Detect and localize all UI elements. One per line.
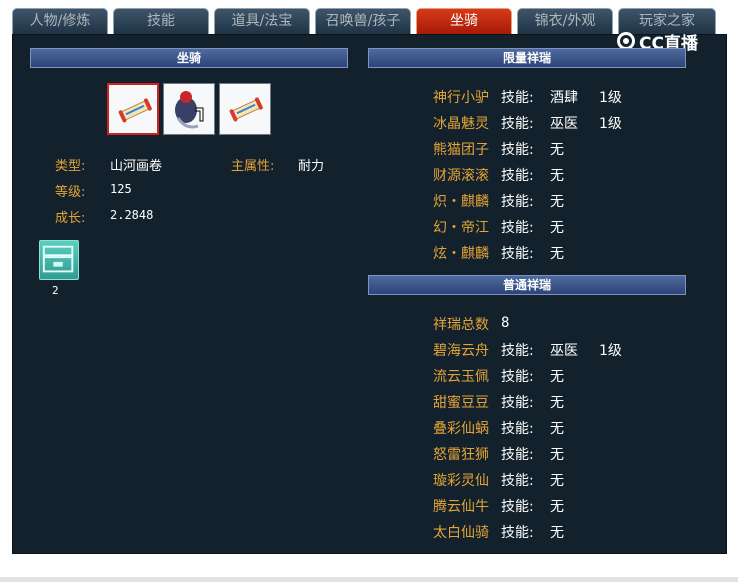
mount-slot-2[interactable]	[163, 83, 215, 135]
list-item: 神行小驴 技能: 酒肆 1级	[433, 87, 693, 107]
total-value: 8	[501, 315, 510, 331]
list-item: 财源滚滚 技能: 无	[433, 165, 693, 185]
list-item: 熊猫团子 技能: 无	[433, 139, 693, 159]
list-item: 璇彩灵仙 技能: 无	[433, 470, 693, 490]
chest-icon[interactable]	[39, 240, 79, 280]
mount-slot-1[interactable]	[107, 83, 159, 135]
mount-name: 甜蜜豆豆	[433, 395, 489, 411]
skill-label: 技能:	[501, 246, 534, 262]
list-item: 炫・麒麟 技能: 无	[433, 243, 693, 263]
normal-section-header: 普通祥瑞	[368, 275, 686, 295]
skill-value: 无	[550, 220, 564, 236]
skill-value: 无	[550, 473, 564, 489]
skill-value: 无	[550, 142, 564, 158]
skill-level: 1级	[599, 90, 622, 106]
mount-name: 碧海云舟	[433, 343, 489, 359]
window-bottom-edge	[0, 577, 738, 582]
crane-mount-icon	[175, 91, 204, 129]
list-item: 流云玉佩 技能: 无	[433, 366, 693, 386]
tab-pets[interactable]: 召唤兽/孩子	[315, 8, 411, 34]
skill-value: 无	[550, 369, 564, 385]
growth-value: 2.2848	[110, 208, 154, 222]
level-label: 等级:	[55, 185, 86, 200]
skill-level: 1级	[599, 343, 622, 359]
skill-value: 无	[550, 168, 564, 184]
level-value: 125	[110, 182, 132, 196]
mount-name: 财源滚滚	[433, 168, 489, 184]
list-item: 幻・帝江 技能: 无	[433, 217, 693, 237]
mount-name: 太白仙骑	[433, 525, 489, 541]
type-value: 山河画卷	[110, 159, 163, 174]
main-attr-value: 耐力	[298, 159, 325, 174]
mount-name: 炫・麒麟	[433, 246, 489, 262]
mount-name: 叠彩仙蜗	[433, 421, 489, 437]
tab-items[interactable]: 道具/法宝	[214, 8, 310, 34]
chest-drawing	[42, 245, 74, 273]
list-item: 腾云仙牛 技能: 无	[433, 496, 693, 516]
list-item: 炽・麒麟 技能: 无	[433, 191, 693, 211]
skill-label: 技能:	[501, 395, 534, 411]
list-item: 叠彩仙蜗 技能: 无	[433, 418, 693, 438]
list-item: 怒雷狂狮 技能: 无	[433, 444, 693, 464]
skill-label: 技能:	[501, 473, 534, 489]
list-item: 碧海云舟 技能: 巫医 1级	[433, 340, 693, 360]
total-row: 祥瑞总数 8	[433, 314, 693, 334]
skill-value: 巫医	[550, 343, 578, 359]
mount-name: 流云玉佩	[433, 369, 489, 385]
skill-label: 技能:	[501, 116, 534, 132]
scroll-icon	[118, 98, 152, 123]
limited-section-header: 限量祥瑞	[368, 48, 686, 68]
skill-value: 酒肆	[550, 90, 578, 106]
mount-name: 怒雷狂狮	[433, 447, 489, 463]
skill-value: 无	[550, 499, 564, 515]
mount-name: 炽・麒麟	[433, 194, 489, 210]
mount-slot-3[interactable]	[219, 83, 271, 135]
skill-level: 1级	[599, 116, 622, 132]
tab-bar: 人物/修炼 技能 道具/法宝 召唤兽/孩子 坐骑 锦衣/外观 玩家之家	[12, 8, 717, 34]
skill-value: 无	[550, 447, 564, 463]
list-item: 太白仙骑 技能: 无	[433, 522, 693, 542]
skill-label: 技能:	[501, 499, 534, 515]
mount-name: 神行小驴	[433, 90, 489, 106]
list-item: 甜蜜豆豆 技能: 无	[433, 392, 693, 412]
skill-value: 无	[550, 525, 564, 541]
skill-label: 技能:	[501, 220, 534, 236]
type-label: 类型:	[55, 159, 86, 174]
chest-count: 2	[52, 284, 59, 297]
skill-label: 技能:	[501, 447, 534, 463]
skill-label: 技能:	[501, 168, 534, 184]
total-label: 祥瑞总数	[433, 317, 489, 333]
main-attr-label: 主属性:	[231, 159, 275, 174]
mount-name: 腾云仙牛	[433, 499, 489, 515]
mount-name: 璇彩灵仙	[433, 473, 489, 489]
skill-value: 无	[550, 395, 564, 411]
tab-skills[interactable]: 技能	[113, 8, 209, 34]
skill-value: 巫医	[550, 116, 578, 132]
skill-label: 技能:	[501, 421, 534, 437]
mount-name: 熊猫团子	[433, 142, 489, 158]
skill-label: 技能:	[501, 369, 534, 385]
skill-value: 无	[550, 194, 564, 210]
tab-mount[interactable]: 坐骑	[416, 8, 512, 34]
mount-name: 冰晶魅灵	[433, 116, 489, 132]
tab-outfit[interactable]: 锦衣/外观	[517, 8, 613, 34]
mount-name: 幻・帝江	[433, 220, 489, 236]
tab-character[interactable]: 人物/修炼	[12, 8, 108, 34]
skill-label: 技能:	[501, 90, 534, 106]
skill-label: 技能:	[501, 194, 534, 210]
mount-section-header: 坐骑	[30, 48, 348, 68]
scroll-icon	[229, 97, 263, 122]
skill-value: 无	[550, 421, 564, 437]
skill-label: 技能:	[501, 142, 534, 158]
skill-label: 技能:	[501, 525, 534, 541]
skill-value: 无	[550, 246, 564, 262]
list-item: 冰晶魅灵 技能: 巫医 1级	[433, 113, 693, 133]
growth-label: 成长:	[55, 211, 86, 226]
skill-label: 技能:	[501, 343, 534, 359]
